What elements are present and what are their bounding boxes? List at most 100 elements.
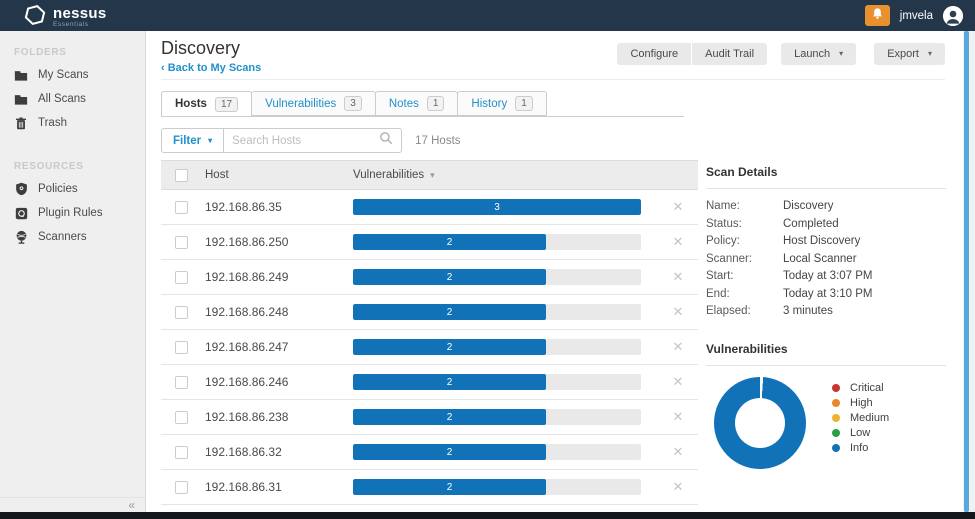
vulnerability-bar[interactable]: 3 (353, 199, 641, 215)
row-checkbox[interactable] (175, 446, 188, 459)
host-address[interactable]: 192.168.86.247 (205, 340, 353, 354)
table-row: 192.168.86.32 2 ✕ (161, 435, 698, 470)
donut-hole (735, 398, 785, 448)
back-to-my-scans-link[interactable]: ‹ Back to My Scans (161, 62, 261, 74)
detail-row: Scanner: Local Scanner (706, 251, 946, 269)
table-row: 192.168.86.248 2 ✕ (161, 295, 698, 330)
vulnerability-bar[interactable]: 2 (353, 409, 641, 425)
remove-row-button[interactable]: ✕ (658, 444, 698, 460)
export-button[interactable]: Export ▾ (874, 43, 945, 65)
vulnerability-bar[interactable]: 2 (353, 374, 641, 390)
vulnerabilities-column-header[interactable]: Vulnerabilities (353, 169, 424, 181)
detail-row: Name: Discovery (706, 198, 946, 216)
folder-icon (14, 68, 28, 82)
vulnerability-bar[interactable]: 2 (353, 339, 641, 355)
row-checkbox[interactable] (175, 201, 188, 214)
caret-down-icon: ▾ (839, 50, 843, 58)
tab-count-badge: 17 (215, 97, 238, 112)
scrollbar-thumb[interactable] (964, 31, 969, 512)
detail-row: Start: Today at 3:07 PM (706, 268, 946, 286)
remove-row-button[interactable]: ✕ (658, 339, 698, 355)
table-row: 192.168.86.30 2 ✕ (161, 505, 698, 512)
row-checkbox[interactable] (175, 236, 188, 249)
host-address[interactable]: 192.168.86.246 (205, 375, 353, 389)
top-navigation (145, 0, 187, 31)
nessus-logo: nessus Essentials (24, 4, 107, 31)
vulnerability-bar[interactable]: 2 (353, 304, 641, 320)
host-column-header[interactable]: Host (205, 169, 353, 181)
vulnerability-bar[interactable]: 2 (353, 234, 641, 250)
remove-row-button[interactable]: ✕ (658, 199, 698, 215)
host-address[interactable]: 192.168.86.250 (205, 235, 353, 249)
tab[interactable]: Hosts 17 (161, 91, 252, 117)
header-divider (161, 79, 945, 80)
brand-subtitle: Essentials (53, 22, 107, 29)
notifications-button[interactable] (865, 5, 890, 26)
configure-button[interactable]: Configure (617, 43, 691, 65)
remove-row-button[interactable]: ✕ (658, 304, 698, 320)
table-row: 192.168.86.246 2 ✕ (161, 365, 698, 400)
sidebar-item[interactable]: Plugin Rules (0, 201, 145, 225)
legend-item: Info (832, 440, 889, 455)
remove-row-button[interactable]: ✕ (658, 409, 698, 425)
host-count: 17 Hosts (415, 135, 460, 147)
select-all-checkbox[interactable] (175, 169, 188, 182)
hosts-table: Host Vulnerabilities ▾ 192.168.86.35 3 ✕… (161, 160, 698, 512)
remove-row-button[interactable]: ✕ (658, 234, 698, 250)
legend-item: Low (832, 425, 889, 440)
sidebar-item[interactable]: All Scans (0, 87, 145, 111)
sidebar-item[interactable]: My Scans (0, 63, 145, 87)
row-checkbox[interactable] (175, 271, 188, 284)
search-input[interactable] (232, 135, 379, 147)
host-address[interactable]: 192.168.86.32 (205, 445, 353, 459)
legend-dot (832, 399, 840, 407)
tab-count-badge: 3 (344, 96, 362, 111)
remove-row-button[interactable]: ✕ (658, 479, 698, 495)
remove-row-button[interactable]: ✕ (658, 269, 698, 285)
launch-button[interactable]: Launch ▾ (781, 43, 856, 65)
host-address[interactable]: 192.168.86.248 (205, 305, 353, 319)
host-address[interactable]: 192.168.86.249 (205, 270, 353, 284)
bottom-edge-strip (0, 512, 975, 519)
row-checkbox[interactable] (175, 341, 188, 354)
legend-item: High (832, 395, 889, 410)
row-checkbox[interactable] (175, 411, 188, 424)
legend-item: Critical (832, 380, 889, 395)
table-row: 192.168.86.249 2 ✕ (161, 260, 698, 295)
remove-row-button[interactable]: ✕ (658, 374, 698, 390)
caret-down-icon: ▾ (928, 50, 932, 58)
vulnerabilities-title: Vulnerabilities (706, 342, 946, 366)
filter-dropdown[interactable]: Filter ▾ (161, 128, 224, 153)
table-header: Host Vulnerabilities ▾ (161, 160, 698, 190)
sidebar-item[interactable]: Trash (0, 111, 145, 135)
row-checkbox[interactable] (175, 306, 188, 319)
vulnerability-bar[interactable]: 2 (353, 269, 641, 285)
resources-section-title: RESOURCES (14, 161, 145, 172)
host-address[interactable]: 192.168.86.31 (205, 480, 353, 494)
row-checkbox[interactable] (175, 481, 188, 494)
vulnerabilities-donut[interactable] (714, 377, 806, 469)
hexagon-logo-icon (24, 4, 46, 31)
user-avatar[interactable] (943, 6, 963, 26)
host-address[interactable]: 192.168.86.35 (205, 200, 353, 214)
brand-name: nessus (53, 6, 107, 21)
username: jmvela (900, 10, 933, 22)
row-checkbox[interactable] (175, 376, 188, 389)
tab[interactable]: History 1 (457, 91, 546, 116)
vulnerability-bar[interactable]: 2 (353, 444, 641, 460)
sidebar-item[interactable]: Scanners (0, 225, 145, 249)
scan-details-title: Scan Details (706, 165, 946, 189)
host-address[interactable]: 192.168.86.238 (205, 410, 353, 424)
tab[interactable]: Vulnerabilities 3 (251, 91, 376, 116)
sidebar-item[interactable]: Policies (0, 177, 145, 201)
table-row: 192.168.86.35 3 ✕ (161, 190, 698, 225)
audit-trail-button[interactable]: Audit Trail (692, 43, 767, 65)
vulnerability-bar[interactable]: 2 (353, 479, 641, 495)
sidebar-collapse-button[interactable]: « (128, 498, 135, 512)
table-row: 192.168.86.31 2 ✕ (161, 470, 698, 505)
detail-row: Elapsed: 3 minutes (706, 303, 946, 321)
search-icon (379, 131, 393, 150)
scan-details-panel: Scan Details Name: Discovery Status: Com… (706, 165, 946, 321)
sort-caret-icon[interactable]: ▾ (430, 170, 435, 181)
tab[interactable]: Notes 1 (375, 91, 459, 116)
